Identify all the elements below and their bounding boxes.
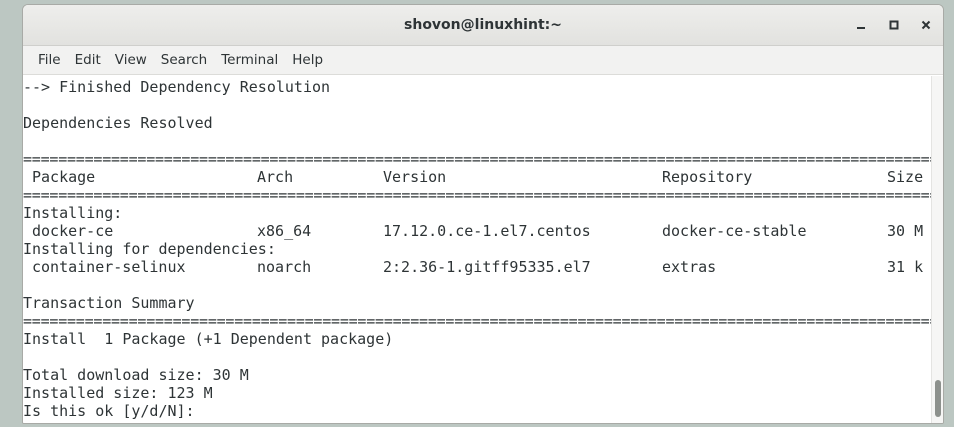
- scrollbar-thumb[interactable]: [935, 380, 941, 417]
- close-icon: [921, 20, 931, 30]
- menu-edit[interactable]: Edit: [68, 46, 108, 74]
- menu-bar: File Edit View Search Terminal Help: [23, 46, 943, 75]
- minimize-button[interactable]: [851, 15, 871, 35]
- menu-search[interactable]: Search: [154, 46, 214, 74]
- menu-file[interactable]: File: [31, 46, 68, 74]
- maximize-icon: [889, 20, 899, 30]
- terminal-line: Installing:: [23, 204, 123, 222]
- maximize-button[interactable]: [884, 15, 904, 35]
- cell-size: 31 k: [887, 258, 924, 276]
- close-button[interactable]: [916, 15, 936, 35]
- header-version: Version: [383, 168, 447, 186]
- terminal-line: Dependencies Resolved: [23, 114, 213, 132]
- header-size: Size: [887, 168, 924, 186]
- terminal-line: --> Finished Dependency Resolution: [23, 78, 331, 96]
- terminal-line: Transaction Summary: [23, 294, 195, 312]
- header-package: Package: [32, 168, 96, 186]
- terminal-line: Installing for dependencies:: [23, 240, 276, 258]
- menu-terminal[interactable]: Terminal: [214, 46, 285, 74]
- terminal-output[interactable]: --> Finished Dependency Resolution Depen…: [23, 76, 933, 423]
- separator-line: ========================================…: [23, 150, 933, 168]
- cell-version: 17.12.0.ce-1.el7.centos: [383, 222, 591, 240]
- title-bar[interactable]: shovon@linuxhint:~: [23, 5, 943, 46]
- cell-version: 2:2.36-1.gitff95335.el7: [383, 258, 591, 276]
- cell-size: 30 M: [887, 222, 924, 240]
- window-title: shovon@linuxhint:~: [404, 17, 562, 33]
- separator-line: ========================================…: [23, 186, 933, 204]
- header-arch: Arch: [257, 168, 294, 186]
- table-row: container-selinux noarch 2:2.36-1.gitff9…: [23, 258, 933, 276]
- terminal-line: Installed size: 123 M: [23, 384, 213, 402]
- minimize-icon: [857, 27, 865, 29]
- scrollbar[interactable]: [931, 76, 943, 423]
- table-row: docker-ce x86_64 17.12.0.ce-1.el7.centos…: [23, 222, 933, 240]
- terminal-window: shovon@linuxhint:~ File Edit View Search…: [22, 4, 944, 424]
- cell-package: docker-ce: [32, 222, 114, 240]
- cell-repository: extras: [662, 258, 717, 276]
- menu-view[interactable]: View: [108, 46, 154, 74]
- prompt-line: Is this ok [y/d/N]:: [23, 402, 204, 420]
- separator-line: ========================================…: [23, 312, 933, 330]
- cell-package: container-selinux: [32, 258, 186, 276]
- header-repository: Repository: [662, 168, 753, 186]
- cell-arch: noarch: [257, 258, 312, 276]
- terminal-line: Install 1 Package (+1 Dependent package): [23, 330, 394, 348]
- table-header-row: Package Arch Version Repository Size: [23, 168, 933, 186]
- terminal-line: Total download size: 30 M: [23, 366, 249, 384]
- cell-arch: x86_64: [257, 222, 312, 240]
- menu-help[interactable]: Help: [285, 46, 330, 74]
- cell-repository: docker-ce-stable: [662, 222, 807, 240]
